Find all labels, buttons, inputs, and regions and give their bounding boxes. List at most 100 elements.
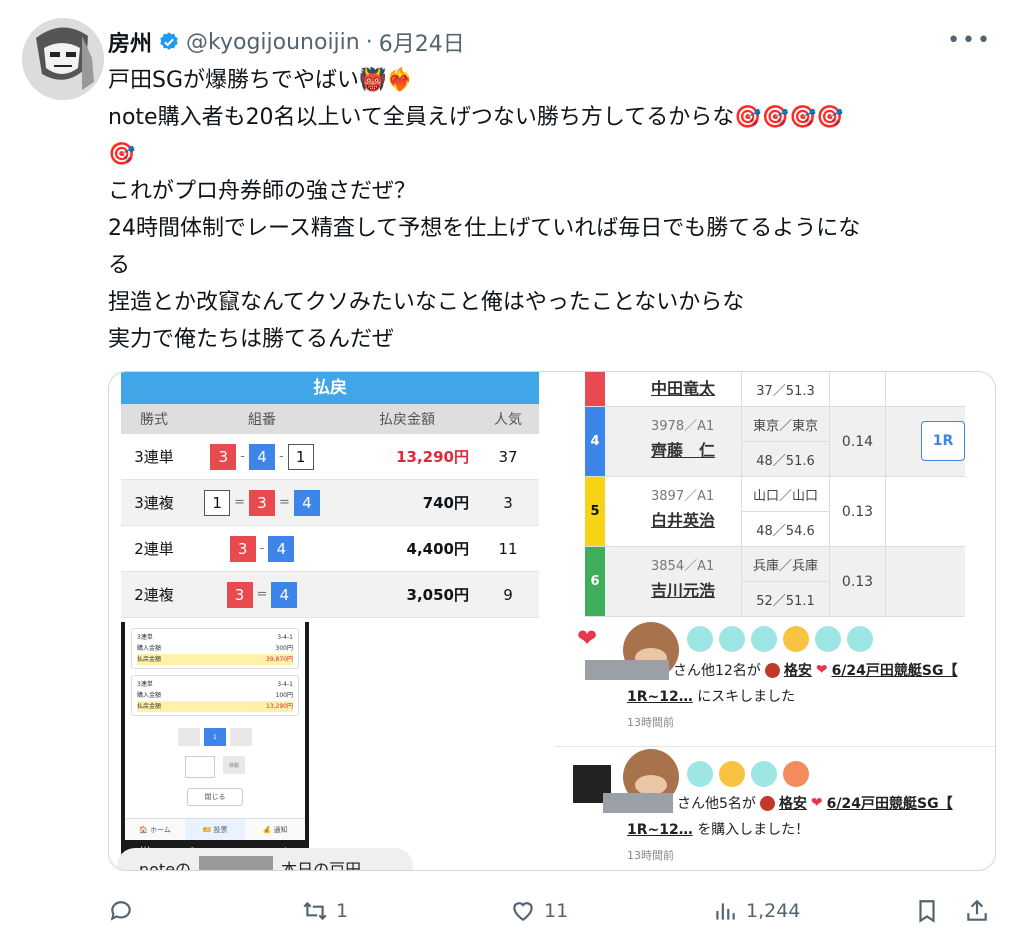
popularity: 37 <box>498 447 518 466</box>
page-jump-button[interactable]: 移動 <box>223 756 245 774</box>
race-1r-button[interactable]: 1R <box>921 421 965 461</box>
notification-item: ❤ さん他12名が 格安 ❤ 6/24戸田競艇SG【 1R~12… にスキしまし… <box>555 622 995 746</box>
bookmark-button[interactable] <box>914 892 940 930</box>
tweet-line: る <box>108 253 131 278</box>
notification-line: さん他12名が 格安 ❤ 6/24戸田競艇SG【 <box>585 660 957 680</box>
payout-amount: 740円 <box>422 494 469 512</box>
payout-row: 3連単 3 - 4 - 1 13,290円 37 <box>121 434 539 480</box>
racer-stat: 48／54.6 <box>741 512 829 547</box>
tweet-header: 房州 @kyogijounoijin · 6月24日 <box>108 26 465 58</box>
bookmark-icon <box>919 900 935 923</box>
tab-home[interactable]: 🏠 ホーム <box>125 819 185 840</box>
racer-st: 0.13 <box>829 547 885 616</box>
note-title[interactable]: 格安 <box>784 660 812 680</box>
media-grid[interactable]: 払戻 勝式 組番 払戻金額 人気 3連単 3 - 4 - 1 13,290円 3… <box>108 371 996 871</box>
notification-time: 13時間前 <box>627 716 674 729</box>
share-button[interactable] <box>964 892 990 930</box>
racer-row: 5 3897／A1 白井英治 山口／山口 48／54.6 0.13 <box>585 477 965 547</box>
tab-notify[interactable]: 💰 通知 <box>245 819 305 840</box>
ticket-buy: 100円 <box>275 692 293 699</box>
ticket-buy-label: 購入金額 <box>137 645 162 652</box>
combo-sep: - <box>240 449 245 464</box>
media-image-phone[interactable]: 3連単 3-4-1 購入金額 300円 払戻金額 39,870円 3連単 3-4-1 購… <box>109 622 549 871</box>
media-image-racers[interactable]: 中田竜太 37／51.3 4 3978／A1 齊藤 仁 東京／東京 48／51.… <box>585 372 995 618</box>
page-jump: 移動 <box>125 756 305 778</box>
notification-line: 1R~12… にスキしました <box>627 686 795 706</box>
tweet-line: note購入者も20名以上いて全員えげつない勝ち方してるからな🎯🎯🎯🎯 <box>108 105 844 130</box>
pager-current[interactable]: 1 <box>204 728 226 746</box>
heart-icon: ❤ <box>577 624 598 652</box>
tweet-action-bar: 1 11 1,244 <box>108 892 996 932</box>
views-count: 1,244 <box>746 900 801 922</box>
phone-tab-bar: 🏠 ホーム 🎫 投票 💰 通知 <box>125 818 305 840</box>
note-title[interactable]: 6/24戸田競艇SG【 <box>827 793 953 813</box>
ticket-pay: 39,870円 <box>266 656 293 663</box>
media-image-notifications[interactable]: ❤ さん他12名が 格安 ❤ 6/24戸田競艇SG【 1R~12… にスキしまし… <box>555 622 995 870</box>
ticket-kind: 3連単 <box>137 634 153 641</box>
smiley-icon <box>719 761 745 787</box>
bet-type: 3連複 <box>134 494 174 512</box>
combo-sep: - <box>279 449 284 464</box>
payout-title: 払戻 <box>121 372 539 404</box>
like-icon <box>513 902 533 921</box>
ticket-combo: 3-4-1 <box>277 634 293 641</box>
avatar[interactable] <box>22 18 104 100</box>
notification-text: さん他12名が <box>673 663 761 679</box>
redacted-block <box>199 856 274 870</box>
pager-prev[interactable] <box>178 728 200 746</box>
tweet-date[interactable]: 6月24日 <box>379 26 465 58</box>
smiley-icon <box>719 626 745 652</box>
retweet-button[interactable]: 1 <box>302 892 348 930</box>
page-jump-input[interactable] <box>185 756 215 778</box>
reply-button[interactable] <box>108 892 142 930</box>
racer-stat: 37／51.3 <box>741 372 829 407</box>
note-title[interactable]: 1R~12… <box>627 822 693 838</box>
payout-header-row: 勝式 組番 払戻金額 人気 <box>121 404 539 434</box>
combo-sep: = <box>234 495 245 510</box>
racer-home: 東京／東京 <box>741 407 829 442</box>
note-title[interactable]: 6/24戸田競艇SG【 <box>832 660 958 680</box>
racer-name: 白井英治 <box>651 511 716 530</box>
smiley-icon <box>687 626 713 652</box>
combo-sep: - <box>259 541 265 556</box>
boat-number: 3 <box>249 489 275 516</box>
racer-cell <box>885 477 925 546</box>
note-prefix: noteの <box>139 860 192 871</box>
racer-id: 3897／A1 <box>651 489 715 504</box>
racer-name: 吉川元浩 <box>651 581 716 600</box>
tab-vote[interactable]: 🎫 投票 <box>185 819 245 840</box>
display-name[interactable]: 房州 <box>108 26 152 58</box>
note-title[interactable]: 格安 <box>779 793 807 813</box>
views-button[interactable]: 1,244 <box>712 892 800 930</box>
tweet-line: 戸田SGが爆勝ちでやばい👹❤️‍🔥 <box>108 68 414 93</box>
like-button[interactable]: 11 <box>510 892 568 930</box>
more-options-icon[interactable]: ••• <box>947 28 992 53</box>
ticket-card: 3連単 3-4-1 購入金額 300円 払戻金額 39,870円 <box>131 628 299 669</box>
racer-cell <box>885 372 925 406</box>
user-handle[interactable]: @kyogijounoijin <box>186 30 360 55</box>
media-image-payout[interactable]: 払戻 勝式 組番 払戻金額 人気 3連単 3 - 4 - 1 13,290円 3… <box>121 372 539 618</box>
heart-icon: ❤ <box>810 795 823 811</box>
smiley-icon <box>751 761 777 787</box>
pager-next[interactable] <box>230 728 252 746</box>
boat-number: 3 <box>226 581 253 608</box>
heart-icon: ❤ <box>815 662 828 678</box>
boat-number: 4 <box>249 443 275 470</box>
ticket-buy-label: 購入金額 <box>137 692 162 699</box>
popularity: 11 <box>498 539 518 558</box>
boat-number: 4 <box>271 581 298 608</box>
racer-name: 中田竜太 <box>651 379 716 398</box>
reply-icon <box>110 901 131 921</box>
retweet-count: 1 <box>336 900 349 922</box>
racer-st: 0.14 <box>829 407 885 476</box>
close-button[interactable]: 閉じる <box>187 788 243 806</box>
racer-st: 0.13 <box>829 477 885 546</box>
racer-home: 兵庫／兵庫 <box>741 547 829 582</box>
note-title[interactable]: 1R~12… <box>627 689 693 705</box>
oni-icon <box>759 795 775 811</box>
popularity: 3 <box>503 493 513 512</box>
notification-text: さん他5名が <box>677 796 756 812</box>
payout-amount: 3,050円 <box>406 586 469 604</box>
ticket-card: 3連単 3-4-1 購入金額 100円 払戻金額 13,290円 <box>131 675 299 716</box>
ticket-pay-label: 払戻金額 <box>137 703 162 710</box>
